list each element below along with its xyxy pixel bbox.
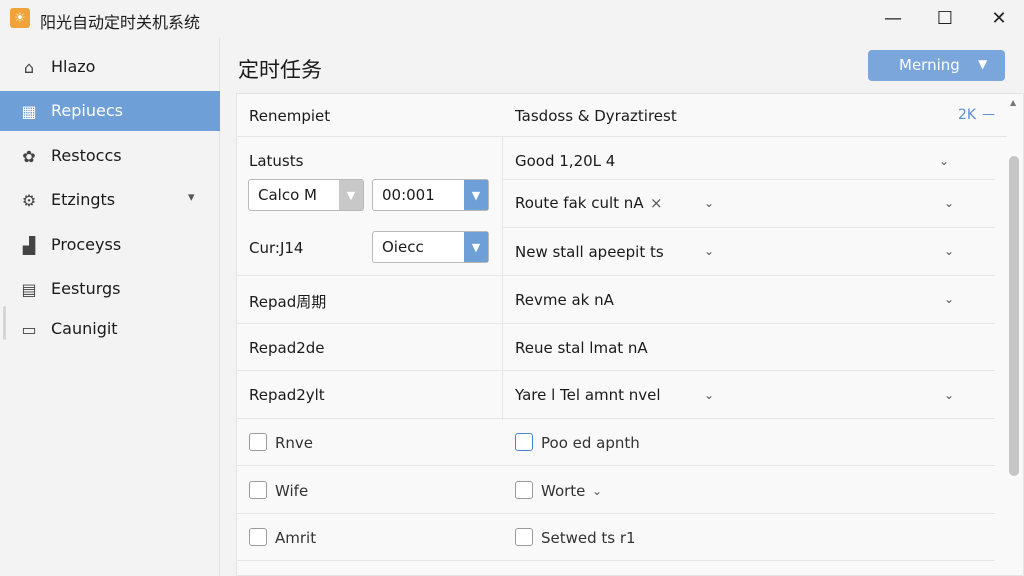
column-header-left: Renempiet (249, 107, 331, 125)
title-bar: ☀ 阳光自动定时关机系统 — ☐ ✕ (0, 0, 1024, 38)
refresh-icon: ✿ (22, 146, 36, 166)
right-row-1: Good 1,20L 4 (515, 152, 616, 170)
mode-dropdown-value: Merning (899, 56, 960, 74)
row-divider (237, 323, 995, 324)
checkbox-pooed[interactable] (515, 433, 533, 451)
sidebar-item-proceyss[interactable]: ▟ Proceyss (0, 225, 220, 265)
time-combobox-value: 00:001 (382, 186, 435, 204)
grid-icon: ▦ (21, 101, 37, 121)
sidebar-item-eesturgs[interactable]: ▤ Eesturgs (0, 269, 220, 309)
checkbox-amrit[interactable] (249, 528, 267, 546)
sidebar-item-label: Restoccs (51, 146, 122, 165)
checkbox-label: Setwed ts r1 (541, 529, 636, 547)
label-repad-mode: Repad2de (249, 339, 325, 357)
row-divider (237, 418, 995, 419)
chevron-down-icon[interactable]: ⌄ (944, 292, 954, 306)
page-title: 定时任务 (238, 58, 322, 82)
label-latusts: Latusts (249, 152, 304, 170)
right-row-3[interactable]: New stall apeepit ts (515, 243, 664, 261)
time-combobox[interactable]: 00:001 ▼ (372, 179, 489, 211)
chevron-down-icon[interactable]: ▼ (464, 232, 488, 262)
chevron-down-icon[interactable]: ▼ (339, 180, 363, 210)
right-row-6[interactable]: Yare l Tel amnt nvel (515, 386, 661, 404)
sidebar-item-label: Repiuecs (51, 101, 123, 120)
oiec-combobox[interactable]: Oiecc ▼ (372, 231, 489, 263)
chevron-down-icon[interactable]: ⌄ (704, 244, 714, 258)
close-button[interactable]: ✕ (976, 0, 1022, 36)
sidebar-item-caunigit[interactable]: ▭ Caunigit (0, 309, 220, 349)
scrollbar-thumb[interactable] (1009, 156, 1019, 476)
row-divider (237, 560, 995, 561)
sidebar-item-label: Proceyss (51, 235, 122, 254)
right-row-5: Reue stal lmat nA (515, 339, 648, 357)
chevron-down-icon[interactable]: ⌄ (939, 154, 949, 168)
sidebar-item-repiuecs[interactable]: ▦ Repiuecs (0, 91, 220, 131)
oiec-combobox-value: Oiecc (382, 238, 424, 256)
calc-combobox-value: Calco M (258, 186, 317, 204)
row-divider (237, 275, 995, 276)
process-icon: ▟ (22, 235, 36, 255)
chevron-down-icon[interactable]: ⌄ (704, 388, 714, 402)
checkbox-label: Wife (275, 482, 309, 500)
scroll-up-icon[interactable]: ▲ (1010, 98, 1016, 107)
chevron-down-icon[interactable]: ⌄ (944, 388, 954, 402)
label-repad-split: Repad2ylt (249, 386, 325, 404)
row-divider (237, 136, 1007, 137)
checkbox-label: Rnve (275, 434, 314, 452)
clear-icon[interactable]: × (650, 194, 663, 212)
window-title: 阳光自动定时关机系统 (40, 13, 201, 32)
row-divider (237, 513, 995, 514)
checkbox-wife[interactable] (249, 481, 267, 499)
header-badge[interactable]: 2K (958, 107, 976, 123)
chevron-down-icon: ▼ (978, 57, 988, 71)
row-divider (237, 370, 995, 371)
checkbox-worte[interactable] (515, 481, 533, 499)
document-icon: ▤ (21, 279, 37, 299)
sidebar-item-label: Hlazo (51, 57, 96, 76)
checkbox-label: Worte (541, 482, 586, 500)
chevron-down-icon[interactable]: ⌄ (704, 196, 714, 210)
sidebar-item-home[interactable]: ⌂ Hlazo (0, 47, 220, 87)
checkbox-label: Amrit (275, 529, 317, 547)
checkbox-label: Poo ed apnth (541, 434, 640, 452)
checkbox-rnve[interactable] (249, 433, 267, 451)
checkbox-setwed[interactable] (515, 528, 533, 546)
right-row-2[interactable]: Route fak cult nA (515, 194, 644, 212)
chevron-down-icon[interactable]: ▼ (464, 180, 488, 210)
calendar-icon: ▭ (21, 319, 37, 339)
sidebar-item-restoccs[interactable]: ✿ Restoccs (0, 136, 220, 176)
chevron-down-icon[interactable]: ⌄ (944, 244, 954, 258)
row-divider (503, 179, 995, 180)
sidebar-item-label: Etzingts (51, 190, 116, 209)
minimize-button[interactable]: — (870, 0, 916, 36)
maximize-button[interactable]: ☐ (922, 0, 968, 36)
home-icon: ⌂ (23, 57, 35, 77)
chevron-down-icon[interactable]: ⌄ (592, 484, 602, 498)
sidebar: ⌂ Hlazo ▦ Repiuecs ✿ Restoccs ⚙ Etzingts… (0, 38, 220, 576)
column-header-right: Tasdoss & Dyraztirest (515, 107, 677, 125)
row-divider (237, 465, 995, 466)
mode-dropdown[interactable]: Merning ▼ (868, 50, 1005, 81)
sidebar-item-label: Eesturgs (51, 279, 121, 298)
header-badge-dash: — (982, 107, 995, 122)
chevron-down-icon[interactable]: ⌄ (944, 196, 954, 210)
form-panel (236, 93, 1024, 576)
row-divider (503, 227, 995, 228)
label-repad-period: Repad周期 (249, 293, 327, 311)
sidebar-item-etzingts[interactable]: ⚙ Etzingts ▾ (0, 180, 220, 220)
right-row-4[interactable]: Revme ak nA (515, 291, 614, 309)
chevron-down-icon: ▾ (188, 190, 195, 205)
label-cun: Cur:J14 (249, 239, 304, 257)
sidebar-item-label: Caunigit (51, 319, 118, 338)
sun-icon: ☀ (10, 8, 30, 28)
column-divider (502, 137, 503, 420)
calc-combobox[interactable]: Calco M ▼ (248, 179, 364, 211)
gear-icon: ⚙ (21, 190, 37, 210)
